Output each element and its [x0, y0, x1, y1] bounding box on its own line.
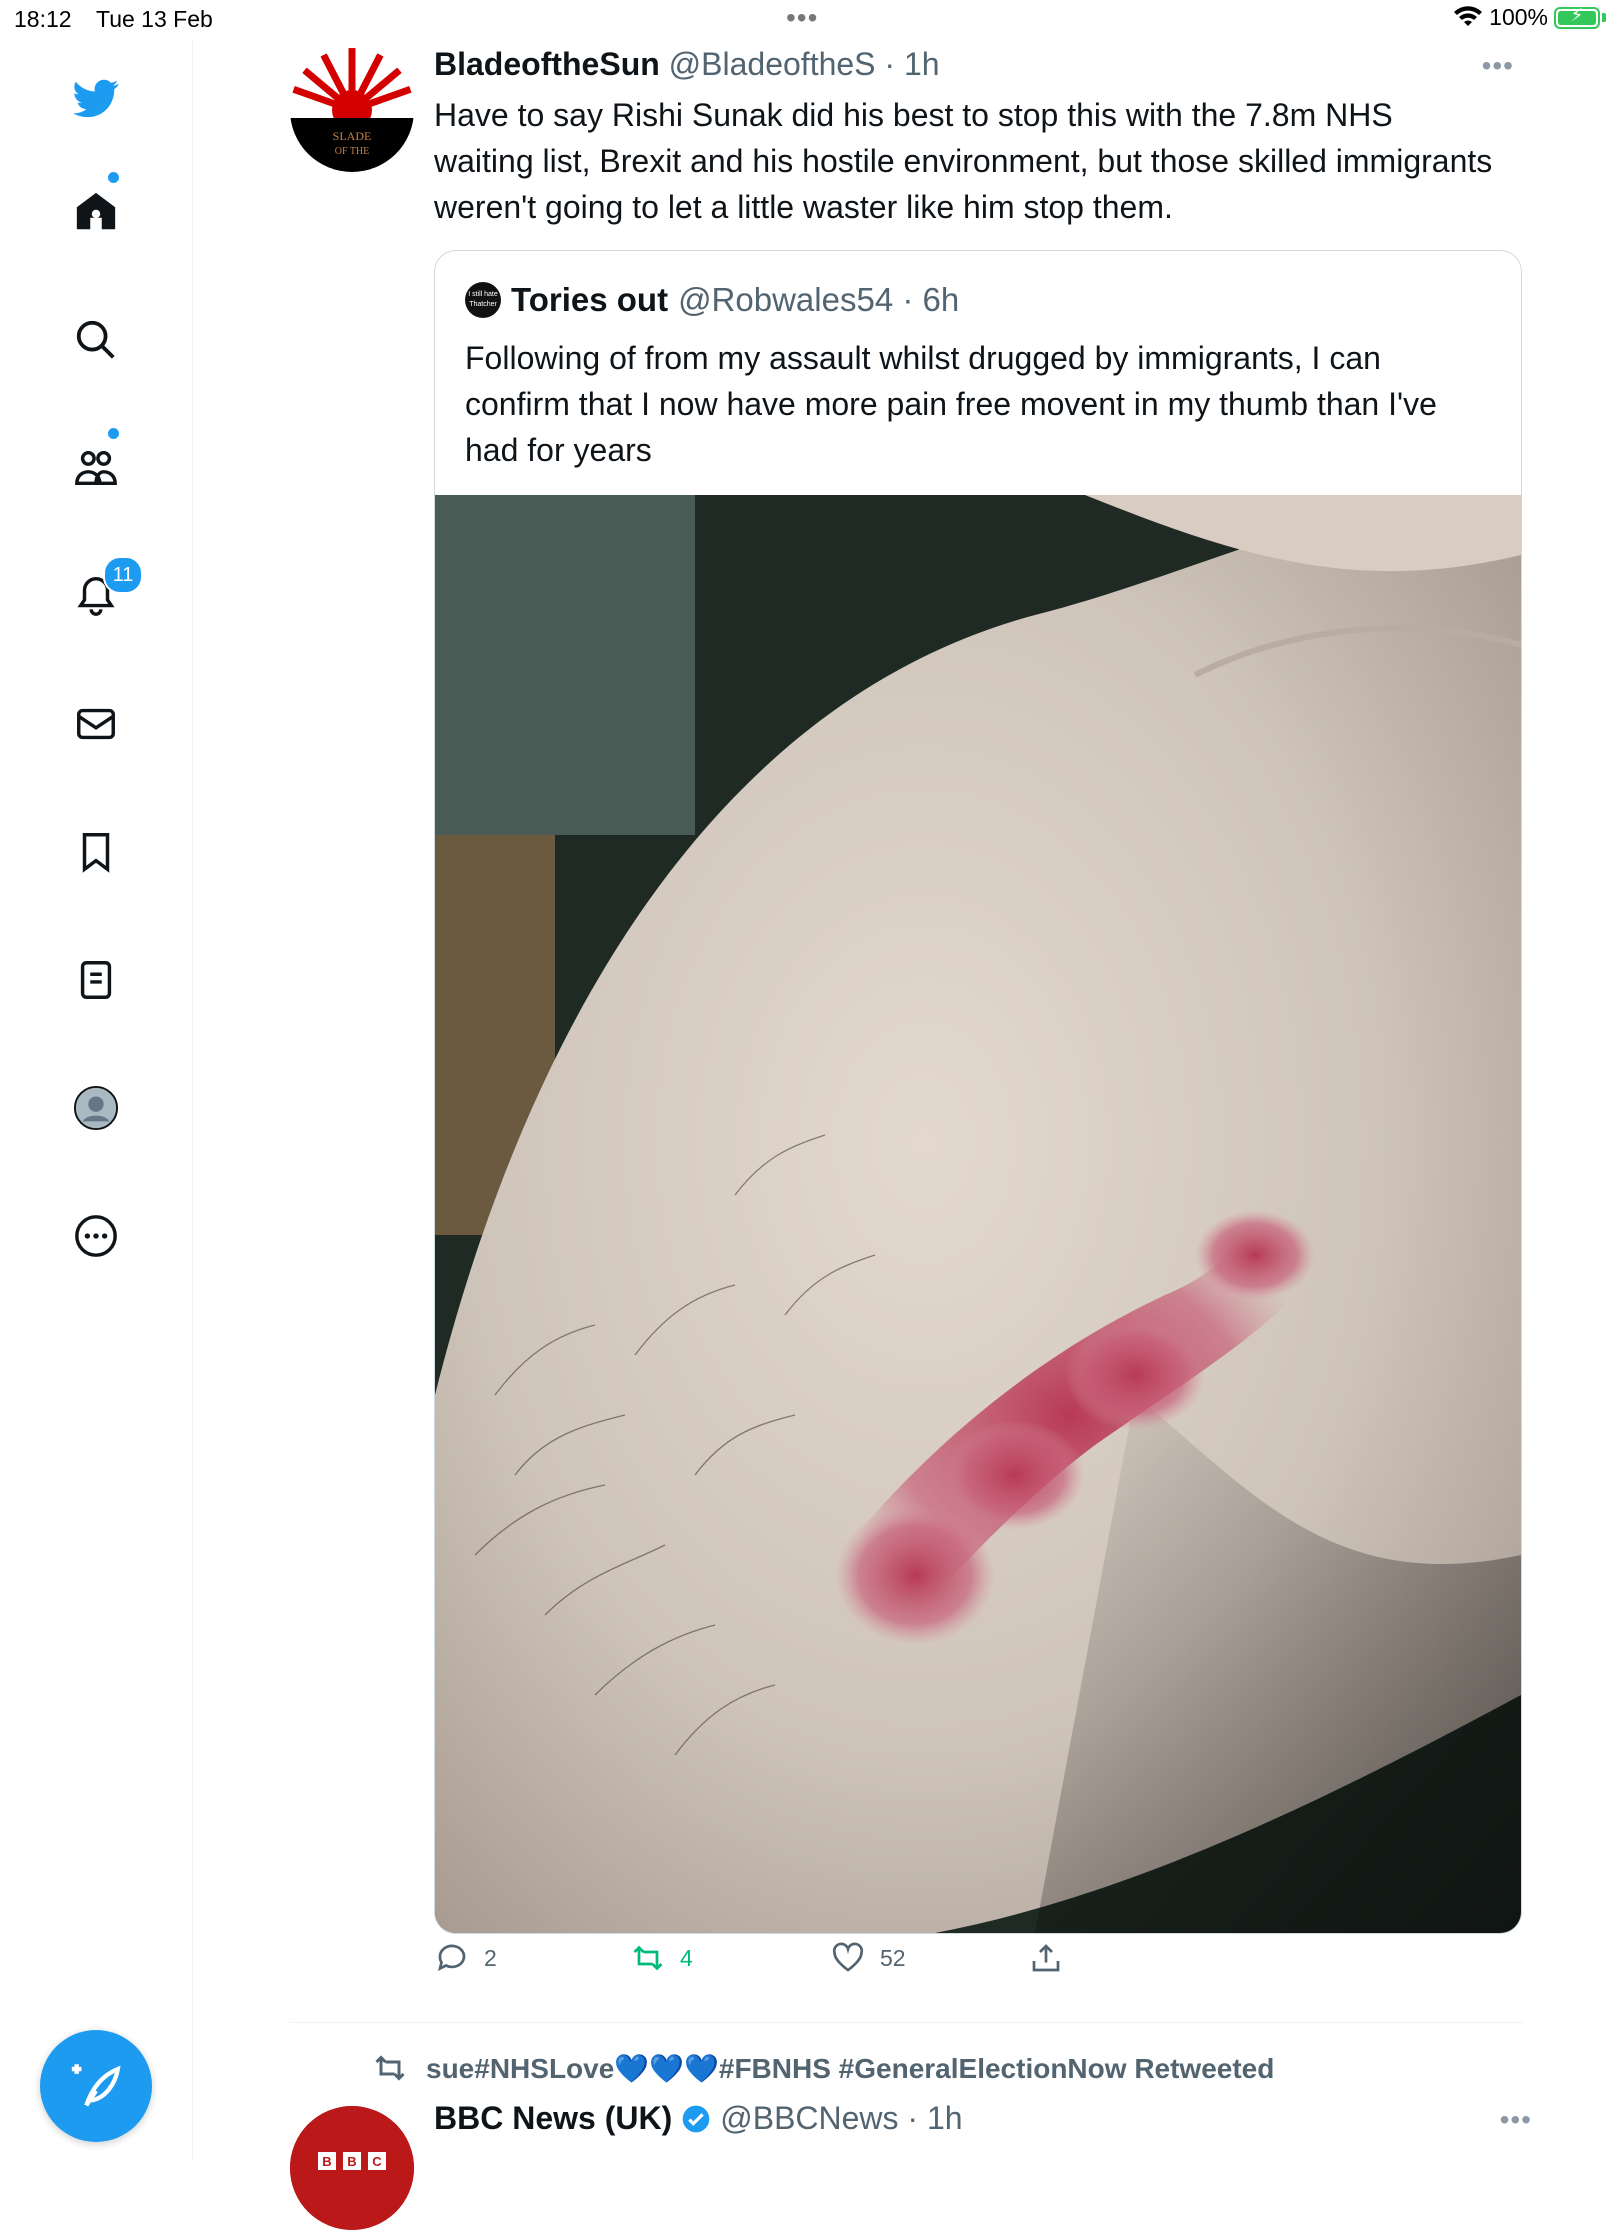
next-tweet-handle-time: @BBCNews · 1h [720, 2100, 963, 2136]
quote-display-name: Tories out [511, 281, 669, 318]
notifications-badge: 11 [103, 556, 143, 594]
lists-icon[interactable] [66, 950, 126, 1010]
share-icon [1032, 1944, 1060, 1972]
quote-photo[interactable] [435, 495, 1521, 1933]
next-tweet-display-name[interactable]: BBC News (UK) [434, 2100, 672, 2137]
quote-header: I still hate Thatcher Tories out @Robwale… [465, 281, 959, 319]
multitasking-dots-icon[interactable]: ••• [786, 2, 818, 34]
quote-avatar: I still hate Thatcher [465, 282, 501, 318]
home-icon[interactable] [66, 182, 126, 242]
wifi-icon [1454, 5, 1483, 26]
retweet-notice[interactable]: sue#NHSLove💙💙💙#FBNHS #GeneralElectionNow… [372, 2050, 1274, 2086]
svg-text:C: C [372, 2154, 382, 2169]
heart-icon [832, 1942, 864, 1972]
next-tweet-avatar[interactable]: B B C [290, 2106, 414, 2230]
communities-unread-dot [106, 426, 121, 441]
quote-text: Following of from my assault whilst drug… [465, 340, 1437, 468]
svg-text:B: B [322, 2154, 331, 2169]
handle-time: @BladeoftheS · 1h [668, 46, 940, 82]
tweet-header: BladeoftheSun @BladeoftheS · 1h [434, 46, 940, 83]
status-bar: 18:12 Tue 13 Feb ••• 100% ⚡ [0, 0, 1620, 40]
quote-handle-time: @Robwales54 · 6h [678, 281, 960, 318]
next-tweet-more-icon[interactable]: ••• [1500, 2104, 1532, 2136]
verified-badge-icon [682, 2105, 710, 2132]
retweet-notice-text: sue#NHSLove💙💙💙#FBNHS #GeneralElectionNow… [426, 2052, 1275, 2084]
battery-icon: ⚡ [1554, 5, 1600, 29]
retweet-count: 4 [680, 1944, 693, 1971]
battery-percent: 100% [1489, 4, 1548, 30]
retweet-icon [375, 2055, 405, 2081]
more-options-icon[interactable]: ••• [1482, 50, 1514, 82]
display-name[interactable]: BladeoftheSun [434, 46, 660, 82]
quoted-tweet[interactable]: I still hate Thatcher Tories out @Robwale… [434, 250, 1522, 1934]
compose-tweet-button[interactable] [40, 2030, 152, 2142]
home-unread-dot [106, 170, 121, 185]
next-tweet[interactable]: B B C BBC News (UK) @BBCNews · 1h ••• [290, 2100, 1531, 2230]
profile-icon[interactable] [66, 1078, 126, 1138]
share-button[interactable] [1028, 1940, 1064, 1976]
avatar[interactable]: SLADE OF THE [290, 48, 414, 172]
svg-text:OF THE: OF THE [335, 146, 370, 157]
search-icon[interactable] [66, 310, 126, 370]
mail-icon[interactable] [66, 694, 126, 754]
sidebar: 11 [0, 40, 193, 2160]
twitter-logo-icon[interactable] [66, 68, 126, 128]
status-date: Tue 13 Feb [96, 6, 213, 32]
reply-icon [437, 1944, 466, 1972]
communities-icon[interactable] [66, 438, 126, 498]
retweet-button[interactable]: 4 [630, 1940, 693, 1976]
tweet-actions: 2 4 52 [434, 1940, 1434, 1990]
next-tweet-header: BBC News (UK) @BBCNews · 1h [434, 2100, 963, 2137]
svg-text:B: B [347, 2154, 356, 2169]
compose-feather-icon [71, 2064, 121, 2107]
tweet-text: Have to say Rishi Sunak did his best to … [434, 97, 1493, 225]
bookmark-icon[interactable] [66, 822, 126, 882]
status-right: 100% ⚡ [1453, 4, 1606, 31]
like-count: 52 [880, 1944, 906, 1971]
tweet-divider [290, 2022, 1524, 2023]
svg-text:SLADE: SLADE [333, 129, 372, 143]
more-icon[interactable] [66, 1206, 126, 1266]
retweet-icon [633, 1945, 663, 1971]
reply-button[interactable]: 2 [434, 1940, 497, 1976]
like-button[interactable]: 52 [830, 1940, 906, 1976]
status-time: 18:12 [14, 6, 72, 32]
reply-count: 2 [484, 1944, 497, 1971]
